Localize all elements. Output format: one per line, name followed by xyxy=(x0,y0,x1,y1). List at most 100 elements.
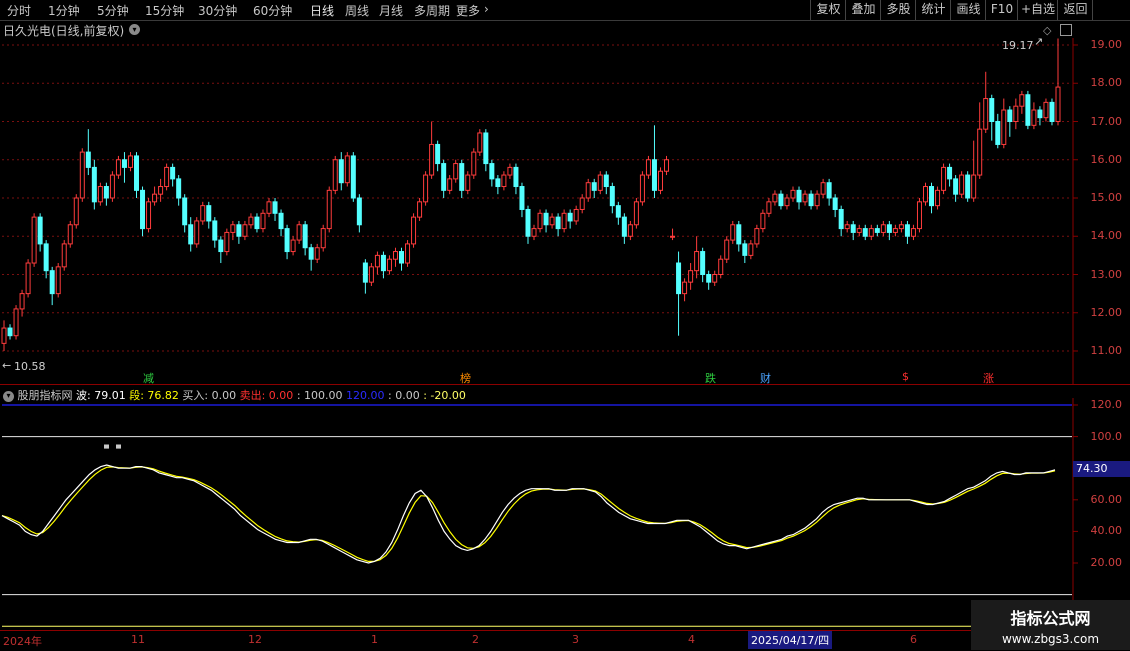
candle-body xyxy=(182,197,188,226)
candle-body xyxy=(591,182,597,191)
indicator-bo-line xyxy=(1,464,1056,564)
candle-body xyxy=(134,155,140,191)
candle xyxy=(983,71,989,133)
candle-body xyxy=(724,239,730,260)
candle xyxy=(73,194,79,229)
tab-monthly[interactable]: 月线 xyxy=(379,2,403,19)
chevron-down-icon[interactable]: ▾ xyxy=(129,24,140,35)
candle-body xyxy=(140,189,146,230)
main-chart-title: 日久光电(日线,前复权) xyxy=(3,24,125,38)
candle-body xyxy=(477,132,483,153)
candle xyxy=(55,263,61,298)
top-toolbar: 分时 1分钟 5分钟 15分钟 30分钟 60分钟 日线 周线 月线 多周期 更… xyxy=(0,0,1130,21)
candle xyxy=(170,163,176,187)
arrow-left-icon: ← xyxy=(2,359,12,372)
indicator-axis-label: 40.00 xyxy=(1090,524,1123,538)
overlay-button[interactable]: 叠加 xyxy=(845,0,881,20)
candle xyxy=(621,213,627,244)
candle-body xyxy=(1001,109,1007,145)
candle xyxy=(152,186,158,206)
multi-stock-button[interactable]: 多股 xyxy=(880,0,916,20)
candle xyxy=(664,155,670,176)
candle-body xyxy=(55,266,61,295)
candle xyxy=(417,198,423,221)
candle-body xyxy=(1049,101,1055,122)
candle-body xyxy=(326,189,332,230)
candle-body xyxy=(296,224,302,241)
watermark-title: 指标公式网 xyxy=(1010,609,1091,628)
candle-body xyxy=(645,159,651,176)
tab-multi-period[interactable]: 多周期 xyxy=(414,2,450,19)
candle-body xyxy=(1043,101,1049,119)
candle-body xyxy=(826,182,832,199)
candle-body xyxy=(953,178,959,195)
candle xyxy=(615,201,621,225)
tab-1min[interactable]: 1分钟 xyxy=(48,2,80,19)
candle-body xyxy=(164,166,170,188)
window-toggle-icon[interactable] xyxy=(1060,24,1072,36)
candle-body xyxy=(218,239,224,253)
statistics-button[interactable]: 统计 xyxy=(915,0,951,20)
candle xyxy=(1019,90,1025,114)
candle-body xyxy=(935,189,941,207)
candle xyxy=(465,171,471,195)
candle xyxy=(525,205,531,244)
candle-body xyxy=(188,224,194,245)
candle xyxy=(1001,98,1007,149)
candle xyxy=(989,94,995,141)
tab-weekly[interactable]: 周线 xyxy=(345,2,369,19)
candle xyxy=(49,266,55,306)
candle-body xyxy=(995,121,1001,145)
candle-body xyxy=(971,174,977,199)
back-button[interactable] xyxy=(1092,0,1130,20)
mark-button[interactable]: 返回 xyxy=(1057,0,1093,20)
tab-daily[interactable]: 日线 xyxy=(310,2,334,19)
candle xyxy=(971,140,977,202)
add-watchlist-button[interactable]: +自选 xyxy=(1017,0,1058,20)
candle xyxy=(459,159,465,198)
tab-15min[interactable]: 15分钟 xyxy=(145,2,184,19)
candle-body xyxy=(718,258,724,275)
fuquan-button[interactable]: 复权 xyxy=(810,0,846,20)
candle xyxy=(477,129,483,156)
indicator-axis-label: 120.0 xyxy=(1090,398,1123,411)
chevron-right-icon[interactable]: › xyxy=(484,2,489,16)
price-axis-label: 12.00 xyxy=(1090,305,1123,319)
candle xyxy=(109,171,115,202)
candle xyxy=(1031,102,1037,130)
candle-body xyxy=(368,266,374,283)
date-cursor-label: 2025/04/17/四 xyxy=(748,631,833,649)
candle-body xyxy=(392,251,398,260)
candle xyxy=(1,320,7,351)
candle-body xyxy=(694,251,700,272)
tab-30min[interactable]: 30分钟 xyxy=(198,2,237,19)
tab-60min[interactable]: 60分钟 xyxy=(253,2,292,19)
candle-body xyxy=(874,228,880,233)
candle-body xyxy=(579,197,585,210)
tab-5min[interactable]: 5分钟 xyxy=(97,2,129,19)
candle xyxy=(682,278,688,302)
candle xyxy=(495,175,501,195)
candle xyxy=(802,190,808,206)
candle-body xyxy=(483,132,489,165)
tab-fenshi[interactable]: 分时 xyxy=(7,2,31,19)
candle-body xyxy=(49,270,55,295)
candle xyxy=(1055,38,1061,126)
candle-body xyxy=(886,224,892,233)
candle-body xyxy=(676,262,682,295)
candle-body xyxy=(67,224,73,245)
candle-body xyxy=(742,243,748,256)
signal-bar xyxy=(104,444,109,449)
candle xyxy=(284,224,290,260)
candle-body xyxy=(236,224,242,237)
candle-body xyxy=(760,212,766,230)
diamond-icon[interactable]: ◇ xyxy=(1043,24,1051,37)
draw-line-button[interactable]: 画线 xyxy=(950,0,986,20)
candle xyxy=(121,152,127,183)
candle-body xyxy=(651,159,657,191)
candle xyxy=(164,163,170,191)
f10-button[interactable]: F10 xyxy=(985,0,1018,20)
current-indicator-value: 74.30 xyxy=(1073,461,1130,477)
indicator-axis-label: 60.00 xyxy=(1090,492,1123,506)
tab-more[interactable]: 更多 xyxy=(456,2,480,19)
